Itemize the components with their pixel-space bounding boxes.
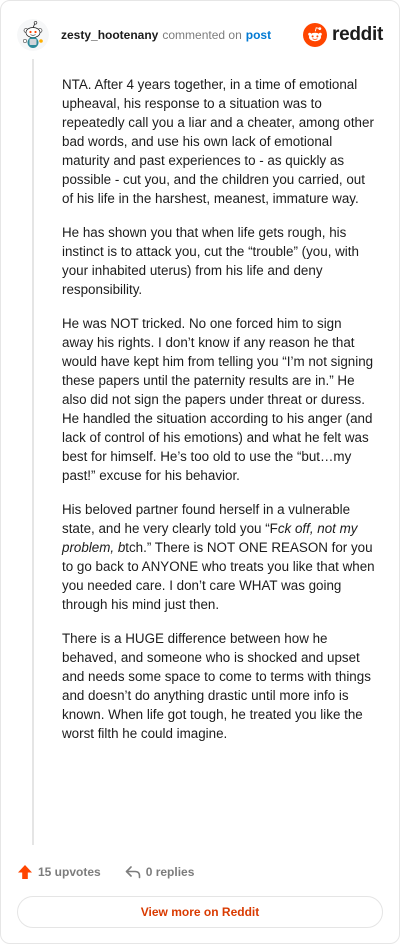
- comment-paragraph: There is a HUGE difference between how h…: [62, 631, 371, 741]
- post-link[interactable]: post: [246, 27, 271, 43]
- comment-paragraph: He was NOT tricked. No one forced him to…: [62, 316, 374, 483]
- comment-paragraph: He has shown you that when life gets rou…: [62, 225, 359, 297]
- username-link[interactable]: zesty_hootenany: [61, 27, 158, 43]
- user-avatar[interactable]: [17, 19, 49, 51]
- view-more-button[interactable]: View more on Reddit: [17, 896, 383, 928]
- comment-meta: zesty_hootenany commented on post: [61, 27, 271, 43]
- commented-on-text: commented on: [162, 28, 242, 42]
- reply-count: 0 replies: [145, 865, 195, 879]
- reddit-snoo-icon: [303, 23, 328, 47]
- thread-line[interactable]: [32, 59, 34, 845]
- reddit-logo[interactable]: reddit: [303, 23, 383, 47]
- comment-paragraph: His beloved partner found herself in a v…: [62, 500, 375, 614]
- comment-paragraph: NTA. After 4 years together, in a time o…: [62, 77, 374, 206]
- snoo-avatar-icon: [17, 19, 49, 51]
- comment-header: zesty_hootenany commented on post reddit: [17, 17, 383, 53]
- comment-footer: 15 upvotes 0 replies: [17, 860, 194, 884]
- embedded-comment-card: zesty_hootenany commented on post reddit…: [0, 0, 400, 944]
- replies-button[interactable]: 0 replies: [125, 864, 195, 880]
- comment-body: NTA. After 4 years together, in a time o…: [62, 75, 375, 758]
- upvote-arrow-icon: [18, 865, 32, 879]
- upvote-count: 15 upvotes: [38, 865, 101, 879]
- reply-arrow-icon: [125, 866, 141, 879]
- reddit-wordmark: reddit: [332, 24, 383, 45]
- upvote-button[interactable]: 15 upvotes: [17, 864, 101, 880]
